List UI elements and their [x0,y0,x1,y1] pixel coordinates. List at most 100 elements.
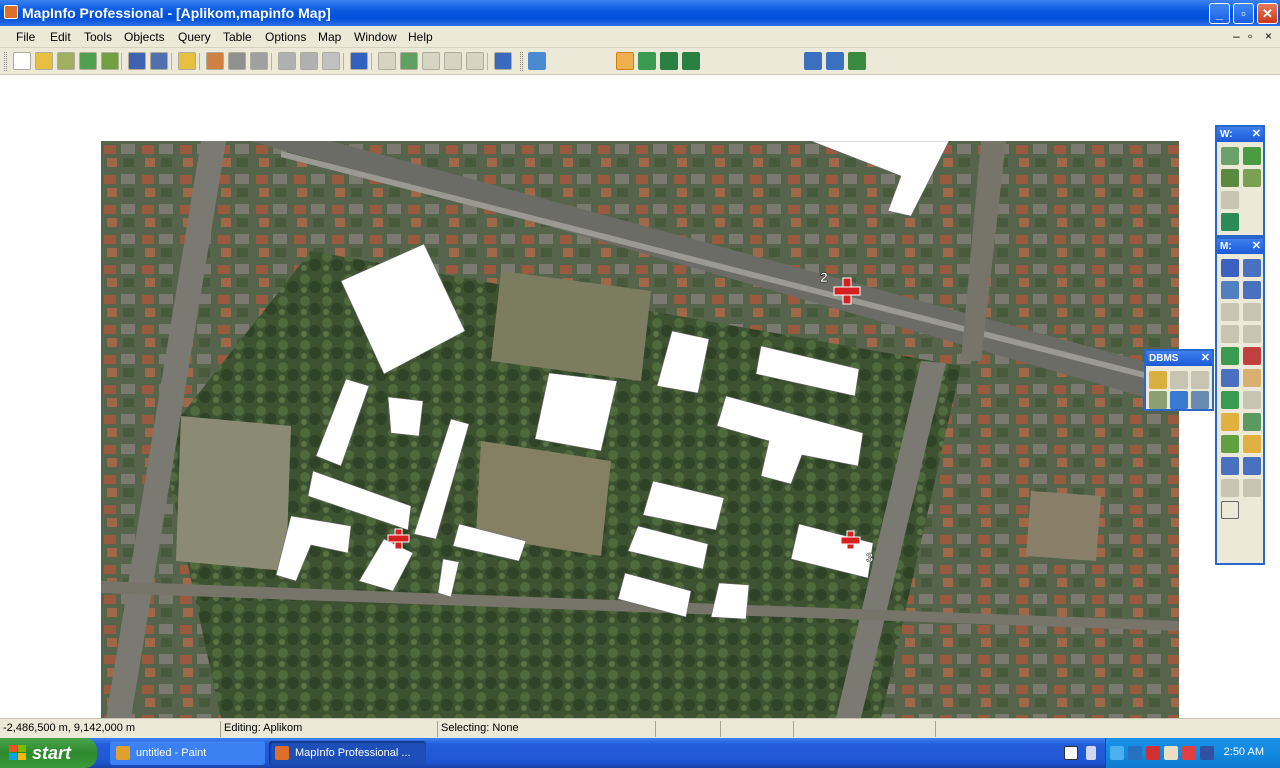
label-icon[interactable] [1221,413,1239,431]
mdi-minimize-button[interactable]: – [1233,29,1240,43]
tool-disabled-icon[interactable] [1221,191,1239,209]
tool-map-icon[interactable] [1221,169,1239,187]
menu-window[interactable]: Window [354,30,397,44]
menu-query[interactable]: Query [178,30,211,44]
invert-select-icon[interactable] [1243,325,1261,343]
graph-icon[interactable] [422,52,440,70]
menu-table[interactable]: Table [223,30,252,44]
browser-icon[interactable] [378,52,396,70]
menu-help[interactable]: Help [408,30,433,44]
layout-icon[interactable] [444,52,462,70]
task-paint[interactable]: untitled - Paint [110,741,265,765]
mdi-close-button[interactable]: × [1265,29,1272,43]
redistrict-icon[interactable] [466,52,484,70]
frame-icon[interactable] [726,52,744,70]
line-icon[interactable] [550,52,568,70]
status-editing[interactable]: Editing: Aplikom [224,722,302,734]
dbms-unlink-icon[interactable] [1191,371,1209,389]
network-icon[interactable] [1086,746,1096,760]
open-folder-icon[interactable] [178,52,196,70]
grabber-icon[interactable] [1243,369,1261,387]
open-icon[interactable] [35,52,53,70]
menu-map[interactable]: Map [318,30,341,44]
ruler-icon[interactable] [1243,435,1261,453]
set-target-icon[interactable] [1243,479,1261,497]
region-style-icon[interactable] [848,52,866,70]
zoom-out-icon[interactable] [1243,347,1261,365]
arc-icon[interactable] [594,52,612,70]
save-workspace-icon[interactable] [101,52,119,70]
minimize-button[interactable]: _ [1209,3,1230,24]
text-style-icon[interactable] [870,52,888,70]
update-icon[interactable] [1182,746,1196,760]
antivirus-icon[interactable] [1146,746,1160,760]
dbms-palette[interactable]: DBMS ✕ [1144,349,1214,411]
open-workspace-icon[interactable] [79,52,97,70]
statistics-icon[interactable] [1243,457,1261,475]
menu-edit[interactable]: Edit [50,30,71,44]
tool-globe-icon[interactable] [1243,147,1261,165]
tools-palette[interactable]: W: ✕ [1215,125,1265,237]
radius-select-icon[interactable] [1221,281,1239,299]
undo-icon[interactable] [350,52,368,70]
tool-chart-icon[interactable] [1243,169,1261,187]
print-icon[interactable] [228,52,246,70]
polygon-icon[interactable] [616,52,634,70]
new-icon[interactable] [13,52,31,70]
add-node-icon[interactable] [776,52,794,70]
mapinfo-app-icon[interactable] [4,5,18,19]
task-mapinfo[interactable]: MapInfo Professional ... [269,741,426,765]
text-icon[interactable] [704,52,722,70]
toolbar-grip[interactable] [4,52,7,71]
help-icon[interactable] [494,52,512,70]
dbms-connect-icon[interactable] [1170,391,1188,409]
select-arrow-icon[interactable] [1221,259,1239,277]
menu-options[interactable]: Options [265,30,306,44]
layer-control-icon[interactable] [1221,435,1239,453]
clock[interactable]: 2:50 AM [1224,746,1264,758]
symbol-icon[interactable] [528,52,546,70]
menu-objects[interactable]: Objects [124,30,165,44]
close-button[interactable]: ✕ [1257,3,1278,24]
palette-titlebar[interactable]: W: ✕ [1217,127,1263,142]
close-icon[interactable]: ✕ [1201,351,1210,366]
rounded-rect-icon[interactable] [682,52,700,70]
drag-window-icon[interactable] [1243,413,1261,431]
ellipse-icon[interactable] [638,52,656,70]
rectangle-icon[interactable] [660,52,678,70]
symbol-style-icon[interactable] [804,52,822,70]
close-icon[interactable]: ✕ [1252,239,1261,254]
boundary-select-icon[interactable] [1221,303,1239,321]
new-browser-icon[interactable] [206,52,224,70]
graph-select-icon[interactable] [1243,303,1261,321]
paste-icon[interactable] [322,52,340,70]
polyline-icon[interactable] [572,52,590,70]
polygon-select-icon[interactable] [1243,281,1261,299]
tool-earth-icon[interactable] [1221,213,1239,231]
maximize-button[interactable]: ▫ [1233,3,1254,24]
save-copy-icon[interactable] [150,52,168,70]
cut-icon[interactable] [278,52,296,70]
help-icon[interactable] [1064,746,1078,760]
open-db-icon[interactable] [57,52,75,70]
mdi-restore-button[interactable]: ▫ [1248,29,1252,43]
print-preview-icon[interactable] [250,52,268,70]
marquee-select-icon[interactable] [1243,259,1261,277]
hotlink-icon[interactable] [1243,391,1261,409]
dbms-open-icon[interactable] [1149,371,1167,389]
zoom-in-icon[interactable] [1221,347,1239,365]
security-icon[interactable] [1128,746,1142,760]
menu-tools[interactable]: Tools [84,30,112,44]
change-view-icon[interactable] [1221,369,1239,387]
map-canvas[interactable]: 2 3 [101,141,1179,718]
line-style-icon[interactable] [826,52,844,70]
start-button[interactable]: start [0,738,97,768]
reshape-icon[interactable] [754,52,772,70]
speaker-icon[interactable] [1164,746,1178,760]
status-selecting[interactable]: Selecting: None [441,722,519,734]
info-icon[interactable] [1221,391,1239,409]
drawing-toolbar-grip[interactable] [520,52,523,71]
satellite-map[interactable]: 2 3 [101,141,1179,718]
tool-catalog-icon[interactable] [1221,147,1239,165]
dbms-refresh-icon[interactable] [1170,371,1188,389]
